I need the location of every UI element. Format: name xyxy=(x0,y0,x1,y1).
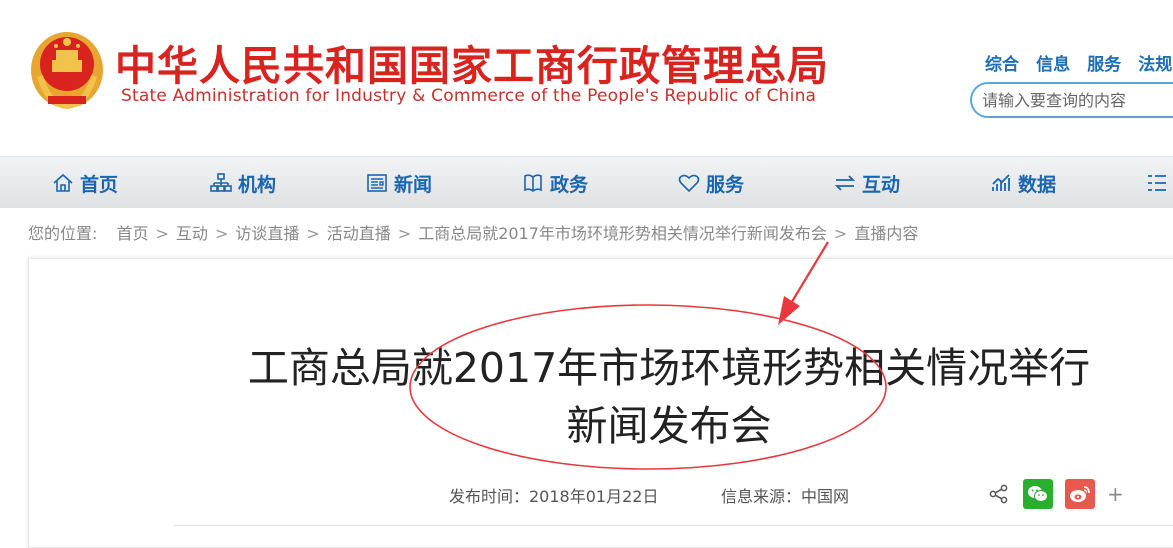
wechat-icon xyxy=(1028,486,1048,502)
article-title: 工商总局就2017年市场环境形势相关情况举行 新闻发布会 xyxy=(179,339,1159,455)
breadcrumb-home[interactable]: 首页 xyxy=(117,224,149,243)
search-box xyxy=(970,82,1173,118)
list-icon xyxy=(1148,175,1166,191)
wechat-share-button[interactable] xyxy=(1023,479,1053,509)
chevron-right-icon: > xyxy=(155,224,169,243)
heart-icon xyxy=(678,174,700,193)
chevron-right-icon: > xyxy=(214,224,229,243)
top-link-info[interactable]: 信息 xyxy=(1036,55,1070,75)
article-title-line2: 新闻发布会 xyxy=(566,402,772,450)
breadcrumb-interact[interactable]: 互动 xyxy=(176,224,208,243)
nav-item-label: 首页 xyxy=(80,173,119,196)
newspaper-icon xyxy=(367,174,387,192)
nav-item-label: 政务 xyxy=(550,173,589,196)
divider xyxy=(174,525,1173,526)
nav-item-org[interactable]: 机构 xyxy=(210,157,276,209)
nav-item-service[interactable]: 服务 xyxy=(678,157,744,209)
nav-item-interact[interactable]: 互动 xyxy=(834,157,900,209)
chevron-right-icon: > xyxy=(397,224,412,243)
breadcrumb-prefix: 您的位置: xyxy=(28,224,98,243)
site-title-en: State Administration for Industry & Comm… xyxy=(121,86,817,106)
top-link-law[interactable]: 法规 xyxy=(1138,55,1172,75)
weibo-icon xyxy=(1070,486,1090,502)
article-card: 工商总局就2017年市场环境形势相关情况举行 新闻发布会 发布时间：2018年0… xyxy=(28,258,1173,548)
weibo-share-button[interactable] xyxy=(1065,479,1095,509)
exchange-icon xyxy=(834,175,856,191)
nav-item-label: 服务 xyxy=(706,173,745,196)
nav-item-home[interactable]: 首页 xyxy=(52,157,118,209)
top-links: 综合 信息 服务 法规 xyxy=(985,50,1173,75)
more-share-button[interactable]: + xyxy=(1107,482,1124,506)
breadcrumb-current[interactable]: 直播内容 xyxy=(854,224,918,243)
nav-item-label: 互动 xyxy=(862,173,901,196)
chevron-right-icon: > xyxy=(833,224,848,243)
nav-item-data[interactable]: 数据 xyxy=(990,157,1056,209)
national-emblem-icon xyxy=(31,32,103,110)
breadcrumb-interview[interactable]: 访谈直播 xyxy=(235,224,299,243)
top-link-service[interactable]: 服务 xyxy=(1087,55,1121,75)
home-icon xyxy=(53,173,73,192)
share-bar: + xyxy=(989,479,1124,509)
breadcrumb: 您的位置: 首页 > 互动 > 访谈直播 > 活动直播 > 工商总局就2017年市场环境形势相关… xyxy=(28,220,918,244)
book-icon xyxy=(524,174,542,192)
org-chart-icon xyxy=(210,173,232,192)
article-title-line1: 工商总局就2017年市场环境形势相关情况举行 xyxy=(247,344,1091,392)
site-header: 中华人民共和国国家工商行政管理总局 State Administration f… xyxy=(0,0,1173,156)
top-link-general[interactable]: 综合 xyxy=(985,55,1019,75)
nav-item-more[interactable] xyxy=(1146,157,1173,209)
breadcrumb-live[interactable]: 活动直播 xyxy=(327,224,391,243)
nav-item-label: 数据 xyxy=(1018,173,1057,196)
chart-icon xyxy=(992,174,1010,191)
publish-time: 发布时间：2018年01月22日 xyxy=(449,487,659,506)
chevron-right-icon: > xyxy=(306,224,320,243)
nav-item-label: 新闻 xyxy=(394,173,433,196)
main-nav: 首页 机构 新闻 政务 服务 互动 数据 xyxy=(0,156,1173,208)
nav-item-affairs[interactable]: 政务 xyxy=(522,157,588,209)
search-input[interactable] xyxy=(982,84,1173,116)
breadcrumb-article[interactable]: 工商总局就2017年市场环境形势相关情况举行新闻发布会 xyxy=(418,224,827,243)
nav-item-label: 机构 xyxy=(238,173,277,196)
site-title-cn: 中华人民共和国国家工商行政管理总局 xyxy=(115,42,829,90)
nav-item-news[interactable]: 新闻 xyxy=(366,157,432,209)
info-source: 信息来源：中国网 xyxy=(721,487,850,506)
share-icon[interactable] xyxy=(989,484,1009,504)
